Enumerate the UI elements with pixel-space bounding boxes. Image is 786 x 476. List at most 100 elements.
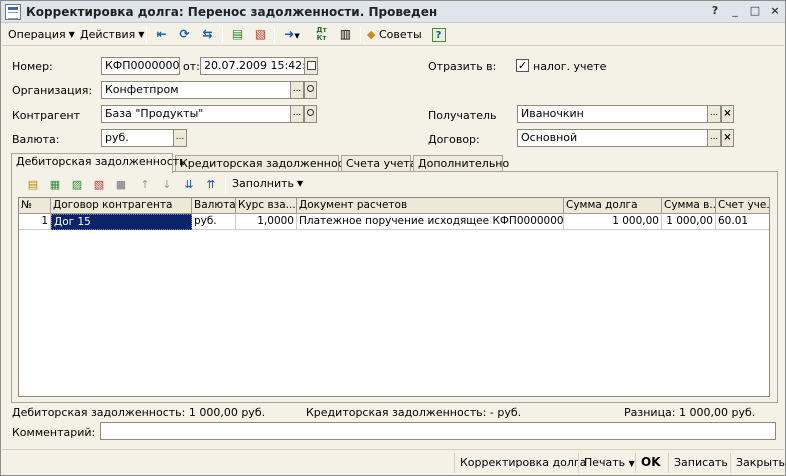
- debit-total: Дебиторская задолженность: 1 000,00 руб.: [12, 406, 266, 419]
- document-icon: [5, 4, 21, 20]
- column-header-account[interactable]: Счет уче...: [716, 198, 769, 214]
- save-button[interactable]: Записать: [668, 453, 733, 473]
- dtkt-icon[interactable]: Дт Кт: [312, 26, 331, 44]
- cell-debt-amount[interactable]: 1 000,00: [564, 214, 662, 230]
- add-row-icon[interactable]: ▤: [24, 176, 42, 194]
- cell-currency[interactable]: руб.: [192, 214, 236, 230]
- recipient-field[interactable]: Иваночкин: [517, 105, 708, 123]
- search-icon: [307, 85, 314, 92]
- sort-asc-icon[interactable]: ⇊: [180, 176, 198, 194]
- number-field[interactable]: КФП00000002: [101, 57, 180, 75]
- debt-adjust-button[interactable]: Корректировка долга: [454, 453, 591, 473]
- tax-accounting-checkbox[interactable]: ✓: [516, 59, 529, 72]
- back-arrow-icon[interactable]: ⇤: [152, 26, 171, 44]
- column-header-debt-amount[interactable]: Сумма долга: [564, 198, 662, 214]
- currency-label: Валюта:: [12, 133, 60, 146]
- counterparty-select-button[interactable]: ...: [291, 105, 304, 123]
- advice-icon: ◆: [367, 28, 376, 41]
- minimize-button[interactable]: _: [727, 4, 743, 19]
- calendar-button[interactable]: [305, 57, 318, 75]
- column-header-currency[interactable]: Валюта: [192, 198, 236, 214]
- ok-button[interactable]: OK: [635, 453, 666, 473]
- counterparty-open-button[interactable]: [304, 105, 317, 123]
- currency-field[interactable]: руб.: [101, 129, 174, 147]
- contract-field[interactable]: Основной: [517, 129, 708, 147]
- tab-debit[interactable]: Дебиторская задолженность: [11, 153, 186, 173]
- column-header-document[interactable]: Документ расчетов: [297, 198, 564, 214]
- advice-button[interactable]: ◆ Советы: [367, 27, 422, 43]
- fill-menu[interactable]: Заполнить ▼: [232, 176, 303, 192]
- organization-field[interactable]: Конфетпром: [101, 81, 291, 99]
- date-label: от:: [183, 60, 200, 73]
- search-icon: [307, 109, 314, 116]
- contract-select-button[interactable]: ...: [708, 129, 721, 147]
- recipient-label: Получатель: [428, 109, 497, 122]
- actions-menu[interactable]: Действия ▼: [80, 27, 144, 43]
- toolbar-divider: [225, 177, 226, 193]
- end-edit-icon[interactable]: ■: [112, 176, 130, 194]
- cell-number[interactable]: 1: [19, 214, 51, 230]
- close-button[interactable]: Закрыть: [730, 453, 786, 473]
- report-icon[interactable]: ▥: [336, 26, 355, 44]
- difference-total: Разница: 1 000,00 руб.: [624, 406, 756, 419]
- organization-label: Организация:: [12, 84, 93, 97]
- help-button[interactable]: ?: [707, 4, 723, 19]
- post-doc-icon[interactable]: ▤: [228, 26, 247, 44]
- tab-additional[interactable]: Дополнительно: [413, 155, 509, 172]
- print-button[interactable]: Печать ▼: [578, 453, 640, 473]
- unpost-doc-icon[interactable]: ▧: [251, 26, 270, 44]
- table-header: № Договор контрагента Валюта Курс вза...…: [19, 198, 769, 214]
- comment-field[interactable]: [100, 422, 776, 440]
- credit-total: Кредиторская задолженность: - руб.: [306, 406, 522, 419]
- counterparty-field[interactable]: База "Продукты": [101, 105, 291, 123]
- delete-row-icon[interactable]: ▧: [90, 176, 108, 194]
- column-header-number[interactable]: №: [19, 198, 51, 214]
- organization-open-button[interactable]: [304, 81, 317, 99]
- number-label: Номер:: [12, 60, 53, 73]
- recipient-clear-button[interactable]: ×: [721, 105, 734, 123]
- window-title: Корректировка долга: Перенос задолженнос…: [26, 5, 438, 19]
- cell-document[interactable]: Платежное поручение исходящее КФП0000000…: [297, 214, 564, 230]
- maximize-button[interactable]: □: [747, 4, 763, 19]
- move-down-icon[interactable]: ↓: [158, 176, 176, 194]
- go-to-icon[interactable]: ➜▼: [279, 26, 305, 44]
- date-field[interactable]: 20.07.2009 15:42:09: [200, 57, 305, 75]
- dtkt-label: Дт Кт: [316, 26, 327, 42]
- move-up-icon[interactable]: ↑: [136, 176, 154, 194]
- contract-clear-button[interactable]: ×: [721, 129, 734, 147]
- help-icon[interactable]: ?: [429, 26, 448, 44]
- column-header-rate[interactable]: Курс вза...: [236, 198, 297, 214]
- toolbar-divider: [360, 27, 361, 43]
- fill-menu-label: Заполнить: [232, 177, 294, 190]
- tab-accounts[interactable]: Счета учета: [341, 155, 417, 172]
- add-copy-icon[interactable]: ▦: [46, 176, 64, 194]
- print-label: Печать: [584, 456, 626, 469]
- toolbar-divider: [274, 27, 275, 43]
- calendar-icon: [306, 61, 316, 70]
- cell-account[interactable]: 60.01: [716, 214, 769, 230]
- table-row[interactable]: 1 Дог 15 руб. 1,0000 Платежное поручение…: [19, 214, 769, 230]
- cell-rate[interactable]: 1,0000: [236, 214, 297, 230]
- close-window-button[interactable]: ×: [767, 4, 783, 19]
- refresh-icon[interactable]: ⟳: [175, 26, 194, 44]
- comment-label: Комментарий:: [12, 426, 96, 439]
- list-icon[interactable]: ⇆: [198, 26, 217, 44]
- currency-select-button[interactable]: ...: [174, 129, 187, 147]
- cell-amount-in[interactable]: 1 000,00: [662, 214, 716, 230]
- column-header-contract[interactable]: Договор контрагента: [51, 198, 192, 214]
- help-glyph: ?: [431, 28, 446, 42]
- sort-desc-icon[interactable]: ⇈: [202, 176, 220, 194]
- edit-row-icon[interactable]: ▨: [68, 176, 86, 194]
- cell-contract[interactable]: Дог 15: [51, 214, 192, 230]
- tab-credit[interactable]: Кредиторская задолженность: [175, 155, 357, 172]
- reflect-in-label: Отразить в:: [428, 60, 497, 73]
- recipient-select-button[interactable]: ...: [708, 105, 721, 123]
- contract-label: Договор:: [428, 133, 480, 146]
- organization-select-button[interactable]: ...: [291, 81, 304, 99]
- debit-table: № Договор контрагента Валюта Курс вза...…: [18, 197, 770, 397]
- bottom-button-bar: Корректировка долга Печать ▼ OK Записать…: [2, 449, 786, 475]
- operation-menu[interactable]: Операция ▼: [8, 27, 75, 43]
- column-header-amount-in[interactable]: Сумма в...: [662, 198, 716, 214]
- actions-menu-label: Действия: [80, 28, 136, 41]
- title-bar: Корректировка долга: Перенос задолженнос…: [1, 1, 785, 23]
